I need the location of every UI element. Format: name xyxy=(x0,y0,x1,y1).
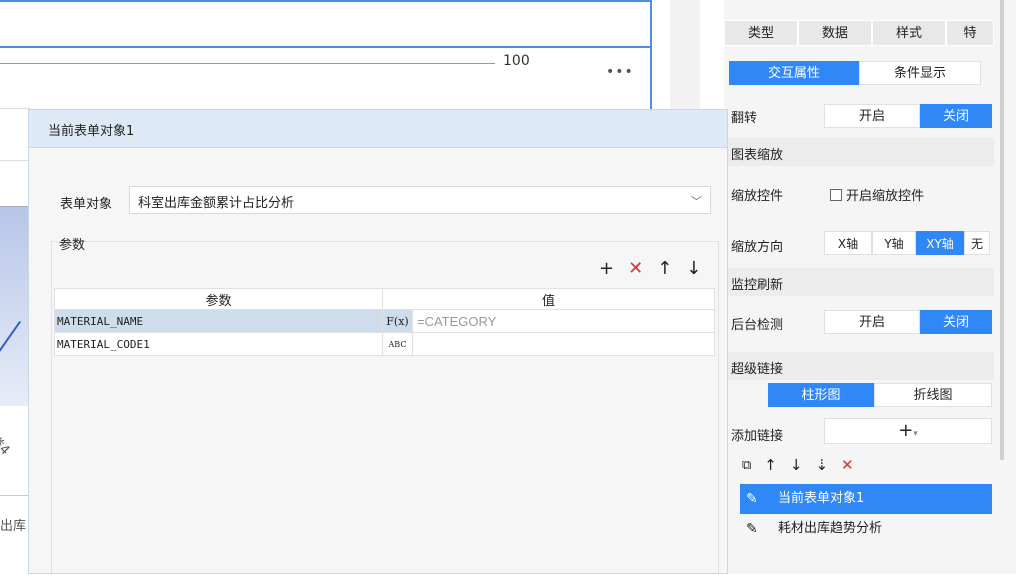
zoom-slider-track[interactable] xyxy=(0,63,495,64)
chevron-down-icon[interactable]: ﹀ xyxy=(691,193,702,209)
flip-on-button[interactable]: 开启 xyxy=(824,104,920,128)
param-table: 参数 值 MATERIAL_NAME F(x) =CATEGORY MATERI… xyxy=(54,288,715,356)
params-label: 参数 xyxy=(59,238,86,253)
form-object-select-value: 科室出库金额累计占比分析 xyxy=(138,196,295,211)
flip-toggle: 开启 关闭 xyxy=(824,104,992,128)
tab-special[interactable]: 特 xyxy=(946,20,994,46)
chart-plot-area xyxy=(0,206,30,406)
property-tabs: 类型 数据 样式 特 xyxy=(724,20,994,48)
arrow-down-icon[interactable]: ↓ xyxy=(790,456,803,474)
zoom-x-button[interactable]: X轴 xyxy=(824,231,872,255)
tab-style[interactable]: 样式 xyxy=(872,20,946,46)
zoom-xy-button[interactable]: XY轴 xyxy=(916,231,964,255)
chart-type-bar-button[interactable]: 柱形图 xyxy=(768,383,874,407)
table-row[interactable]: MATERIAL_NAME F(x) =CATEGORY xyxy=(54,309,715,333)
divider xyxy=(0,160,30,161)
table-row[interactable]: MATERIAL_CODE1 ABC xyxy=(54,332,715,356)
chart-type-line-button[interactable]: 折线图 xyxy=(874,383,992,407)
param-name-cell[interactable]: MATERIAL_NAME xyxy=(54,309,383,333)
sort-icon[interactable]: ⇣ xyxy=(815,456,828,474)
bg-check-label: 后台检测 xyxy=(731,318,784,333)
link-item[interactable]: ✎ 耗材出库趋势分析 xyxy=(740,514,992,544)
link-item-label: 当前表单对象1 xyxy=(778,491,865,506)
divider xyxy=(0,495,30,496)
param-value-cell[interactable]: =CATEGORY xyxy=(412,309,715,333)
hyperlink-section-title: 超级链接 xyxy=(731,362,784,377)
zoom-y-button[interactable]: Y轴 xyxy=(872,231,916,255)
zoom-none-button[interactable]: 无 xyxy=(964,231,990,255)
form-object-label: 表单对象 xyxy=(60,197,113,212)
editor-top-frame xyxy=(0,0,652,48)
plus-icon: + xyxy=(898,420,914,441)
bg-check-toggle: 开启 关闭 xyxy=(824,310,992,334)
link-item[interactable]: ✎ 当前表单对象1 xyxy=(740,484,992,514)
link-item-label: 耗材出库趋势分析 xyxy=(778,521,883,536)
column-header-param: 参数 xyxy=(54,288,383,310)
zoom-control-checkbox[interactable]: 开启缩放控件 xyxy=(830,185,924,204)
dialog-header: 当前表单对象1 xyxy=(29,110,727,148)
monitor-section-title: 监控刷新 xyxy=(731,278,784,293)
zoom-control-checkbox-label: 开启缩放控件 xyxy=(846,189,925,204)
checkbox-icon[interactable] xyxy=(830,189,842,201)
form-object-select[interactable]: 科室出库金额累计占比分析 ﹀ xyxy=(129,186,711,214)
edit-pencil-icon[interactable]: ✎ xyxy=(746,484,764,514)
table-header-row: 参数 值 xyxy=(54,288,715,310)
link-list: ✎ 当前表单对象1 ✎ 耗材出库趋势分析 xyxy=(740,484,992,544)
text-type-icon[interactable]: ABC xyxy=(382,332,413,356)
arrow-up-icon[interactable]: ↑ xyxy=(657,258,672,279)
delete-icon[interactable]: ✕ xyxy=(628,258,643,279)
zoom-section-title: 图表缩放 xyxy=(731,148,784,163)
flip-label: 翻转 xyxy=(731,111,758,126)
bottom-cell-label: 出库 xyxy=(0,519,27,534)
copy-icon[interactable]: ⧉ xyxy=(742,458,751,473)
delete-icon[interactable]: ✕ xyxy=(841,456,854,474)
bg-check-on-button[interactable]: 开启 xyxy=(824,310,920,334)
param-value-cell[interactable] xyxy=(412,332,715,356)
more-options-icon[interactable]: ••• xyxy=(606,64,634,80)
divider xyxy=(0,108,30,109)
column-header-value: 值 xyxy=(382,288,715,310)
param-name-cell[interactable]: MATERIAL_CODE1 xyxy=(54,332,383,356)
add-link-button[interactable]: +▾ xyxy=(824,418,992,444)
flip-off-button[interactable]: 关闭 xyxy=(920,104,992,128)
subtab-condition-display[interactable]: 条件显示 xyxy=(859,61,981,85)
dialog-title: 当前表单对象1 xyxy=(48,124,135,139)
arrow-up-icon[interactable]: ↑ xyxy=(764,456,777,474)
params-toolbar: + ✕ ↑ ↓ xyxy=(599,258,701,279)
zoom-slider-value: 100 xyxy=(503,53,530,69)
bg-check-off-button[interactable]: 关闭 xyxy=(920,310,992,334)
add-link-label: 添加链接 xyxy=(731,429,784,444)
subtab-row: 交互属性 条件显示 xyxy=(729,61,981,85)
zoom-control-label: 缩放控件 xyxy=(731,189,784,204)
add-icon[interactable]: + xyxy=(599,258,614,279)
link-toolbar: ⧉ ↑ ↓ ⇣ ✕ xyxy=(742,456,854,474)
subtab-interaction[interactable]: 交互属性 xyxy=(729,61,859,85)
hyperlink-dialog: 当前表单对象1 表单对象 科室出库金额累计占比分析 ﹀ 参数 + ✕ ↑ ↓ 参… xyxy=(28,109,728,575)
tab-type[interactable]: 类型 xyxy=(724,20,798,46)
zoom-direction-toggle: X轴 Y轴 XY轴 无 xyxy=(824,231,990,255)
edit-pencil-icon[interactable]: ✎ xyxy=(746,514,764,544)
chart-type-toggle: 柱形图 折线图 xyxy=(768,383,992,407)
dropdown-caret-icon: ▾ xyxy=(913,429,918,439)
zoom-direction-label: 缩放方向 xyxy=(731,240,784,255)
formula-icon[interactable]: F(x) xyxy=(382,309,413,333)
panel-scrollbar[interactable] xyxy=(1000,0,1004,460)
arrow-down-icon[interactable]: ↓ xyxy=(686,258,701,279)
tab-data[interactable]: 数据 xyxy=(798,20,872,46)
